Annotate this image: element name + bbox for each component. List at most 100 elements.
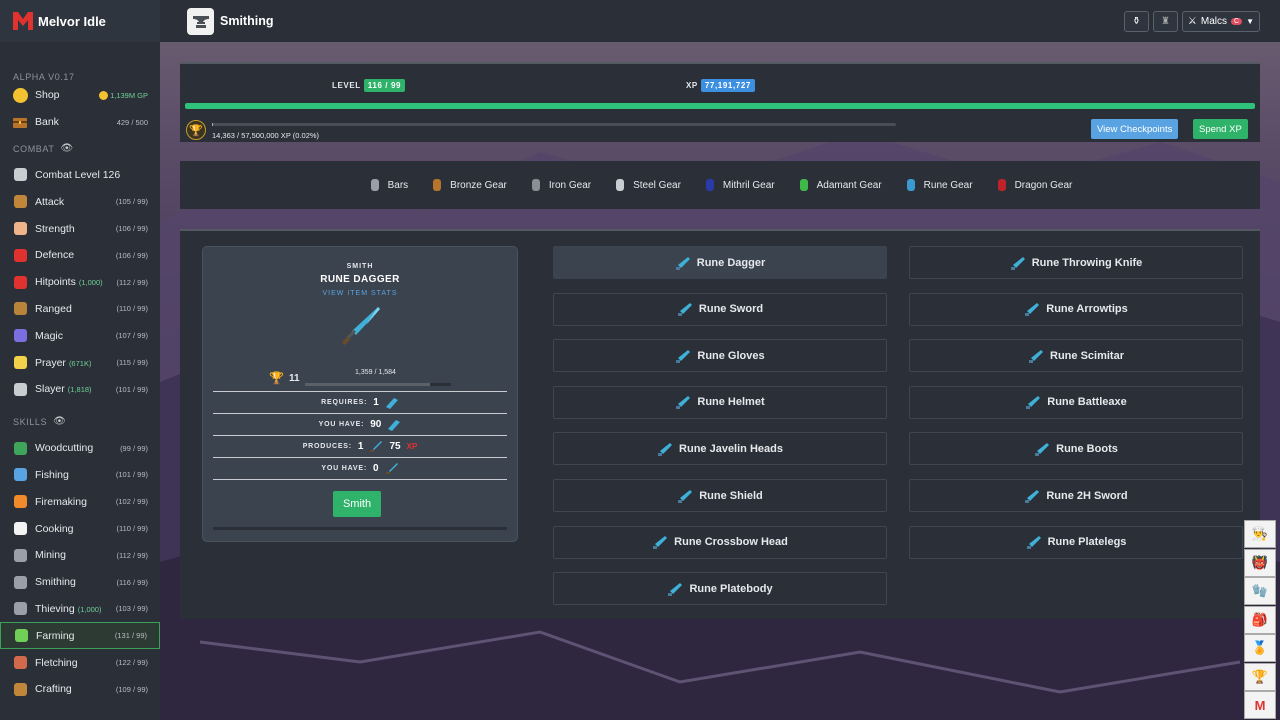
steel-armour-icon (616, 179, 625, 191)
topbar-actions: ⚱ ♜ ⚔ Malcs C ▼ (1123, 10, 1260, 32)
sidebar-item-crafting[interactable]: Crafting (109 / 99) (0, 676, 160, 703)
top-bar: Smithing ⚱ ♜ ⚔ Malcs C ▼ (160, 0, 1280, 42)
category-label: Bars (387, 179, 409, 191)
recipe-rune-gloves[interactable]: Rune Gloves (553, 339, 887, 373)
recipe-rune-crossbow-head[interactable]: Rune Crossbow Head (553, 525, 887, 559)
rune-armour-icon (906, 179, 915, 191)
you-have-bars-row: YOU HAVE: 90 (213, 413, 507, 435)
eye-icon[interactable]: 👁 (60, 143, 73, 154)
divider (213, 479, 507, 480)
sidebar-item-label: Combat Level 126 (35, 169, 148, 181)
you-have-item-qty: 0 (373, 463, 379, 474)
sidebar-item-combat-level-126[interactable]: Combat Level 126 (0, 162, 160, 189)
sidebar-item-woodcutting[interactable]: Woodcutting (99 / 99) (0, 435, 160, 462)
sidebar-item-text: Crafting (35, 683, 72, 696)
category-tab-steel-gear[interactable]: Steel Gear (613, 178, 681, 192)
sidebar-item-firemaking[interactable]: Firemaking (102 / 99) (0, 488, 160, 515)
sidebar-item-level: (106 / 99) (115, 250, 148, 260)
sidebar-item-magic[interactable]: Magic (107 / 99) (0, 322, 160, 349)
recipe-rune-sword[interactable]: Rune Sword (553, 292, 887, 326)
category-tab-iron-gear[interactable]: Iron Gear (529, 178, 591, 192)
chef-dock-button[interactable]: 👨‍🍳 (1244, 520, 1276, 548)
recipe-rune-shield[interactable]: Rune Shield (553, 479, 887, 512)
spend-xp-button[interactable]: Spend XP (1193, 119, 1248, 139)
recipe-rune-boots[interactable]: Rune Boots (909, 432, 1243, 466)
eye-icon[interactable]: 👁 (53, 416, 66, 427)
sidebar-item-fletching[interactable]: Fletching (122 / 99) (0, 649, 160, 676)
recipe-rune-helmet[interactable]: Rune Helmet (553, 385, 887, 419)
smith-button[interactable]: Smith (333, 491, 381, 517)
recipe-rune-javelin-heads[interactable]: Rune Javelin Heads (553, 432, 887, 466)
bow-icon (11, 300, 29, 318)
sidebar-item-slayer[interactable]: Slayer (1,818) (101 / 99) (0, 376, 160, 403)
chevron-down-icon: ▼ (1246, 16, 1254, 26)
recipe-label: Rune Sword (698, 303, 764, 316)
sidebar-item-label: Crafting (35, 683, 116, 695)
category-tab-bars[interactable]: Bars (368, 178, 409, 192)
section-label: COMBAT (13, 143, 55, 154)
recipe-rune-battleaxe[interactable]: Rune Battleaxe (909, 385, 1243, 419)
mastery-pool-bar (212, 123, 896, 126)
category-label: Dragon Gear (1014, 179, 1073, 191)
recipe-rune-platelegs[interactable]: Rune Platelegs (909, 525, 1243, 559)
sidebar-item-mining[interactable]: Mining (112 / 99) (0, 542, 160, 569)
sidebar-item-text: Thieving (35, 602, 75, 615)
level-display: LEVEL 116 / 99 (332, 79, 406, 92)
recipe-rune-scimitar[interactable]: Rune Scimitar (909, 339, 1243, 373)
recipe-rune-2h-sword[interactable]: Rune 2H Sword (909, 479, 1243, 512)
section-skills: SKILLS 👁 (0, 409, 160, 435)
sidebar-item-level: (107 / 99) (115, 331, 148, 341)
sidebar-item-cooking[interactable]: Cooking (110 / 99) (0, 515, 160, 542)
craft-progress-bar (213, 527, 507, 530)
recipe-rune-throwing-knife[interactable]: Rune Throwing Knife (909, 246, 1243, 279)
sidebar-item-bank[interactable]: Bank 429 / 500 (0, 109, 160, 136)
category-tab-mithril-gear[interactable]: Mithril Gear (703, 178, 775, 192)
sidebar-item-fishing[interactable]: Fishing (101 / 99) (0, 462, 160, 489)
potion-button[interactable]: ⚱ (1123, 10, 1149, 32)
recipe-rune-dagger[interactable]: Rune Dagger (553, 246, 887, 279)
category-tab-bronze-gear[interactable]: Bronze Gear (430, 178, 507, 192)
category-tab-dragon-gear[interactable]: Dragon Gear (995, 178, 1073, 192)
recipe-label: Rune Platelegs (1047, 536, 1127, 549)
sidebar-item-smithing[interactable]: Smithing (116 / 99) (0, 569, 160, 596)
trophy-dock-button[interactable]: 🏆 (1244, 662, 1276, 691)
sidebar-item-shop[interactable]: Shop 1,139M GP (0, 82, 160, 109)
view-item-stats-link[interactable]: VIEW ITEM STATS (203, 290, 517, 297)
sidebar-item-strength[interactable]: Strength (106 / 99) (0, 215, 160, 242)
user-menu-button[interactable]: ⚔ Malcs C ▼ (1181, 10, 1260, 32)
category-label: Mithril Gear (722, 179, 775, 191)
melvor-logo-dock-button[interactable]: M (1244, 691, 1276, 719)
bank-capacity: 429 / 500 (116, 117, 148, 127)
sidebar-item-hitpoints[interactable]: Hitpoints (1,000) (112 / 99) (0, 269, 160, 296)
sidebar-item-label: Firemaking (35, 496, 116, 508)
sidebar-item-label: Fishing (35, 469, 116, 481)
sidebar-item-thieving[interactable]: Thieving (1,000) (103 / 99) (0, 596, 160, 623)
swords-icon: ⚔ (1187, 15, 1197, 27)
bag-dock-button[interactable]: 🎒 (1244, 605, 1276, 634)
view-checkpoints-button[interactable]: View Checkpoints (1091, 119, 1179, 139)
medal-dock-button[interactable]: 🏅 (1244, 634, 1276, 662)
sidebar-item-label: Smithing (35, 576, 116, 588)
sidebar-item-level: (109 / 99) (115, 684, 148, 694)
page-title: Smithing (220, 14, 274, 28)
sidebar-item-farming[interactable]: Farming (131 / 99) (0, 622, 160, 650)
throwing-knife-icon (1010, 256, 1025, 270)
sidebar-item-level: (102 / 99) (115, 497, 148, 507)
sidebar-item-prayer[interactable]: Prayer (671K) (115 / 99) (0, 349, 160, 376)
monster-dock-button[interactable]: 👹 (1244, 548, 1276, 577)
sidebar-item-text: Mining (35, 549, 66, 562)
castle-button[interactable]: ♜ (1152, 10, 1178, 32)
produces-qty: 1 (357, 441, 364, 452)
mastery-progress-text: 1,359 / 1,584 (355, 369, 396, 376)
sidebar-item-attack[interactable]: Attack (105 / 99) (0, 188, 160, 215)
craft-header: SMITH (346, 263, 374, 270)
recipe-rune-platebody[interactable]: Rune Platebody (553, 572, 887, 606)
category-tab-adamant-gear[interactable]: Adamant Gear (797, 178, 882, 192)
glove-dock-button[interactable]: 🧤 (1244, 577, 1276, 605)
recipe-rune-arrowtips[interactable]: Rune Arrowtips (909, 292, 1243, 326)
thief-icon (11, 600, 29, 618)
brand[interactable]: Melvor Idle (0, 0, 160, 42)
sidebar-item-ranged[interactable]: Ranged (110 / 99) (0, 296, 160, 323)
category-tab-rune-gear[interactable]: Rune Gear (904, 178, 973, 192)
sidebar-item-defence[interactable]: Defence (106 / 99) (0, 242, 160, 269)
